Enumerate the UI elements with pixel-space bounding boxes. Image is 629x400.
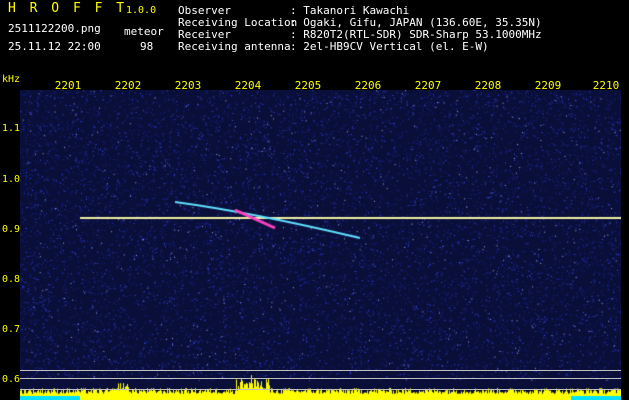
y-tick-label: 0.7 xyxy=(2,324,21,335)
y-tick-label: 1.1 xyxy=(2,123,21,134)
spectrogram-plot xyxy=(20,90,621,400)
y-axis-unit: kHz xyxy=(2,74,21,85)
reference-line xyxy=(20,370,621,371)
image-filename: 2511122200.png xyxy=(8,22,101,35)
meteor-count: 98 xyxy=(140,40,154,53)
info-label-antenna: Receiving antenna xyxy=(178,40,291,53)
app-brand: H R O F F T xyxy=(8,1,128,16)
y-tick-label: 0.8 xyxy=(2,274,21,285)
y-tick-label: 0.9 xyxy=(2,224,21,235)
reference-line xyxy=(20,389,621,390)
y-tick-label: 1.0 xyxy=(2,174,21,185)
reference-line xyxy=(20,378,621,379)
hrofft-window: H R O F F T 1.0.0 2511122200.png 25.11.1… xyxy=(0,0,629,400)
observation-datetime: 25.11.12 22:00 xyxy=(8,40,101,53)
spectrogram-canvas xyxy=(20,90,621,400)
info-value-antenna: : 2el-HB9CV Vertical (el. E-W) xyxy=(290,40,489,53)
y-tick-label: 0.6 xyxy=(2,374,21,385)
meteor-label: meteor xyxy=(124,25,164,38)
app-version: 1.0.0 xyxy=(126,5,157,16)
